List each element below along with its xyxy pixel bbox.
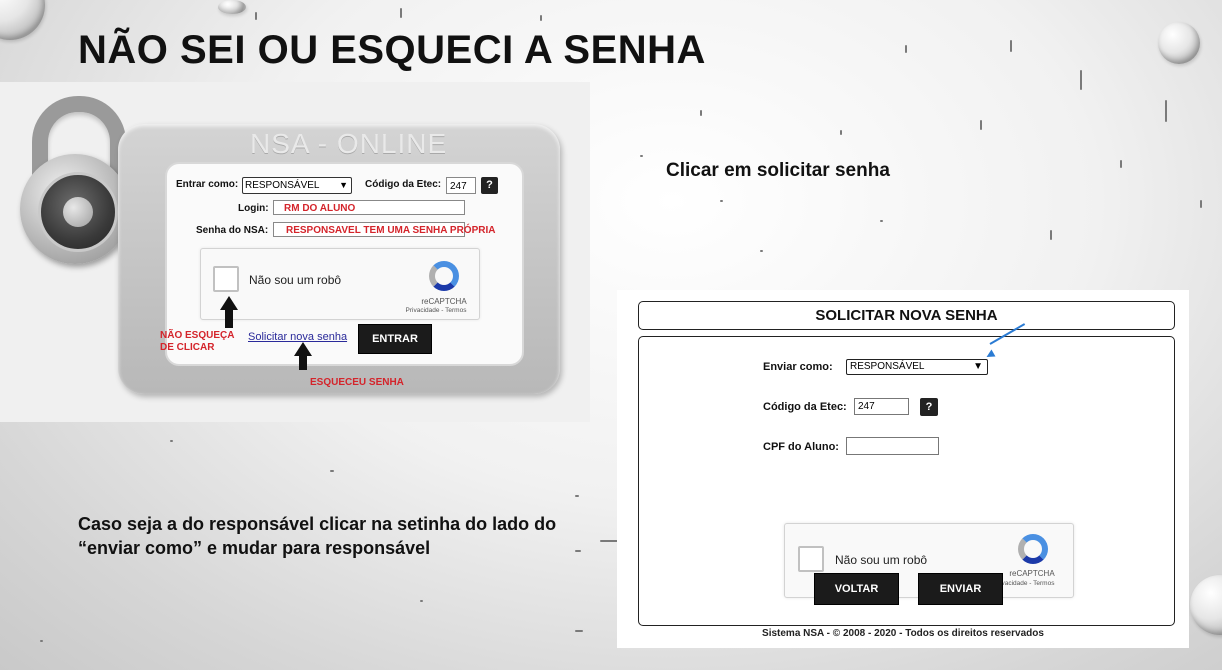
captcha-checkbox[interactable]: [213, 266, 239, 292]
captcha-text: Não sou um robô: [835, 553, 928, 567]
codigo-etec-label: Código da Etec:: [763, 401, 847, 413]
annotation-nao-esqueca: NÃO ESQUEÇA DE CLICAR: [160, 330, 235, 353]
login-label: Login:: [238, 203, 269, 214]
captcha-text: Não sou um robô: [249, 273, 342, 287]
water-drop-decoration: [218, 0, 246, 14]
nsa-online-logo: NSA - ONLINE: [250, 128, 448, 159]
recaptcha-brand: reCAPTCHA: [421, 297, 467, 306]
entrar-como-label: Entrar como:: [176, 179, 239, 190]
codigo-etec-input[interactable]: 247: [446, 177, 476, 194]
captcha-checkbox[interactable]: [798, 546, 824, 572]
voltar-button[interactable]: VOLTAR: [814, 573, 899, 605]
arrow-stem: [225, 310, 233, 328]
solicitar-title: SOLICITAR NOVA SENHA: [638, 301, 1175, 330]
chevron-down-icon: ▼: [973, 361, 983, 372]
entrar-como-value: RESPONSÁVEL: [245, 180, 320, 191]
help-button[interactable]: ?: [481, 177, 498, 194]
entrar-button[interactable]: ENTRAR: [358, 324, 432, 354]
water-drop-decoration: [1190, 575, 1222, 635]
enviar-como-select[interactable]: RESPONSÁVEL ▼: [846, 359, 988, 375]
help-button[interactable]: ?: [920, 398, 938, 416]
cpf-aluno-input[interactable]: [846, 437, 939, 455]
login-screenshot: NSA - ONLINE Entrar como: RESPONSÁVEL ▼ …: [0, 82, 590, 422]
instruction-responsavel: Caso seja a do responsável clicar na set…: [78, 514, 557, 559]
instruction-solicitar-senha: Clicar em solicitar senha: [666, 160, 890, 181]
recaptcha-widget: Não sou um robô reCAPTCHA Privacidade - …: [200, 248, 480, 320]
entrar-como-select[interactable]: RESPONSÁVEL ▼: [242, 177, 352, 194]
padlock-icon: [20, 154, 130, 264]
enviar-como-value: RESPONSÁVEL: [850, 361, 925, 372]
chevron-down-icon: ▼: [339, 180, 348, 190]
dial-knob-icon: [63, 197, 93, 227]
senha-label: Senha do NSA:: [196, 225, 269, 236]
annotation-esqueceu-senha: ESQUECEU SENHA: [310, 377, 404, 388]
cpf-aluno-label: CPF do Aluno:: [763, 441, 839, 453]
recaptcha-logo-icon: [1018, 534, 1048, 564]
solicitar-form: Enviar como: RESPONSÁVEL ▼ Código da Ete…: [638, 336, 1175, 626]
arrow-stem: [299, 356, 307, 370]
enviar-button[interactable]: ENVIAR: [918, 573, 1003, 605]
login-input[interactable]: RM DO ALUNO: [273, 200, 465, 215]
senha-input[interactable]: RESPONSAVEL TEM UMA SENHA PRÓPRIA: [273, 222, 495, 237]
water-drop-decoration: [1158, 22, 1200, 64]
recaptcha-brand: reCAPTCHA: [1009, 569, 1055, 578]
enviar-como-label: Enviar como:: [763, 361, 833, 373]
recaptcha-links[interactable]: Privacidade - Termos: [393, 307, 479, 314]
solicitar-senha-screenshot: SOLICITAR NOVA SENHA Enviar como: RESPON…: [617, 290, 1189, 648]
codigo-etec-input[interactable]: 247: [854, 398, 909, 415]
slide-title: NÃO SEI OU ESQUECI A SENHA: [78, 28, 706, 72]
codigo-etec-label: Código da Etec:: [365, 179, 442, 190]
combination-dial-icon: [38, 172, 118, 252]
recaptcha-logo-icon: [429, 261, 459, 291]
arrow-up-icon: [220, 296, 238, 310]
footer-text: Sistema NSA - © 2008 - 2020 - Todos os d…: [762, 628, 1044, 639]
water-drop-decoration: [0, 0, 45, 40]
arrow-up-icon: [294, 342, 312, 356]
